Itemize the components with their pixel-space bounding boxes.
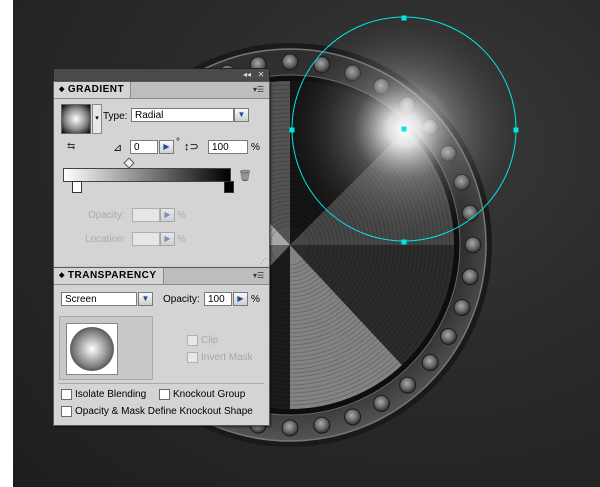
- angle-input[interactable]: 0: [130, 140, 158, 154]
- selection-handle-top[interactable]: [401, 15, 407, 21]
- panel-menu-icon[interactable]: ▾☰: [253, 271, 265, 281]
- gradient-preview-swatch[interactable]: [61, 104, 91, 134]
- selection-center-point[interactable]: [401, 126, 407, 132]
- type-dropdown-arrow[interactable]: ▼: [234, 108, 249, 122]
- location-label: Location:: [85, 234, 126, 245]
- tab-gradient[interactable]: ◆ GRADIENT: [54, 82, 132, 98]
- stop-opacity-label: Opacity:: [88, 210, 125, 221]
- selection-handle-bottom[interactable]: [401, 239, 407, 245]
- collapse-icon[interactable]: ◂◂: [242, 70, 252, 79]
- gradient-stop-white[interactable]: [72, 181, 82, 193]
- knob-dimple: [461, 268, 479, 286]
- selection-handle-left[interactable]: [289, 127, 295, 133]
- transparency-panel: ◆ TRANSPARENCY ▾☰ Screen ▼ Opacity: 100 ▶…: [53, 267, 270, 426]
- aspect-ratio-icon: ↕⊃: [184, 141, 199, 153]
- panel-menu-icon[interactable]: ▾☰: [253, 85, 265, 95]
- knob-dimple: [439, 328, 457, 345]
- divider: [58, 383, 264, 384]
- opacity-unit: %: [251, 294, 260, 305]
- aspect-ratio-input[interactable]: 100: [208, 140, 248, 154]
- stop-opacity-input[interactable]: [132, 208, 160, 222]
- blend-mode-dropdown-arrow[interactable]: ▼: [138, 292, 153, 306]
- tab-transparency[interactable]: ◆ TRANSPARENCY: [54, 268, 164, 284]
- gradient-tab-row: ◆ GRADIENT ▾☰: [54, 82, 269, 99]
- thumbnail-gradient-circle: [70, 327, 114, 371]
- panel-expand-icon[interactable]: ◆: [59, 86, 65, 93]
- gradient-swatch-dropdown-icon[interactable]: ▾: [92, 104, 102, 134]
- knob-dimple: [313, 416, 331, 434]
- knob-dimple: [281, 53, 299, 71]
- invert-mask-label: Invert Mask: [201, 352, 253, 363]
- reverse-gradient-icon[interactable]: ⇆: [67, 140, 81, 154]
- location-arrow[interactable]: ▶: [160, 232, 175, 246]
- opacity-dropdown-arrow[interactable]: ▶: [233, 292, 248, 306]
- clip-checkbox[interactable]: [187, 335, 198, 346]
- resize-grip-icon[interactable]: ⋰: [260, 257, 267, 265]
- panel-expand-icon[interactable]: ◆: [59, 272, 65, 279]
- isolate-blending-label: Isolate Blending: [75, 389, 147, 400]
- clip-label: Clip: [201, 335, 219, 346]
- angle-dropdown-arrow[interactable]: ▶: [159, 140, 174, 154]
- gradient-stop-black[interactable]: [224, 181, 234, 193]
- selection-handle-right[interactable]: [513, 127, 519, 133]
- knob-dimple: [281, 419, 299, 437]
- knob-dimple: [399, 376, 417, 394]
- knockout-group-label: Knockout Group: [173, 389, 246, 400]
- panel-dock-bar[interactable]: ◂◂ ✕: [53, 68, 270, 82]
- midpoint-diamond[interactable]: [123, 157, 135, 169]
- degree-symbol: °: [176, 137, 180, 148]
- opacity-input[interactable]: 100: [204, 292, 232, 306]
- type-select[interactable]: Radial: [131, 108, 234, 122]
- trash-icon[interactable]: 🗑: [238, 169, 252, 182]
- knob-dimple: [464, 236, 482, 254]
- blend-mode-select[interactable]: Screen: [61, 292, 137, 306]
- close-icon[interactable]: ✕: [256, 70, 266, 79]
- knob-dimple: [421, 354, 439, 372]
- location-unit: %: [177, 234, 186, 245]
- isolate-blending-checkbox[interactable]: [61, 389, 72, 400]
- knockout-group-checkbox[interactable]: [159, 389, 170, 400]
- art-thumbnail[interactable]: [66, 323, 118, 375]
- invert-mask-checkbox[interactable]: [187, 352, 198, 363]
- gradient-panel: ◆ GRADIENT ▾☰ ▾ Type: Radial ▼ ⇆ ⊿ 0 ▶ ° …: [53, 81, 270, 268]
- transparency-tab-row: ◆ TRANSPARENCY ▾☰: [54, 268, 269, 285]
- stop-opacity-unit: %: [177, 210, 186, 221]
- thumbnail-area: [59, 316, 153, 380]
- stop-opacity-arrow[interactable]: ▶: [160, 208, 175, 222]
- type-label: Type:: [103, 111, 128, 122]
- knob-dimple: [453, 299, 471, 317]
- gradient-slider-bar[interactable]: [63, 168, 231, 182]
- aspect-unit: %: [251, 142, 260, 153]
- opacity-mask-knockout-checkbox[interactable]: [61, 406, 72, 417]
- opacity-label: Opacity:: [163, 294, 200, 305]
- knob-dimple: [344, 408, 362, 426]
- location-input[interactable]: [132, 232, 160, 246]
- knob-dimple: [373, 394, 390, 412]
- opacity-mask-knockout-label: Opacity & Mask Define Knockout Shape: [75, 406, 253, 417]
- angle-icon: ⊿: [113, 142, 123, 154]
